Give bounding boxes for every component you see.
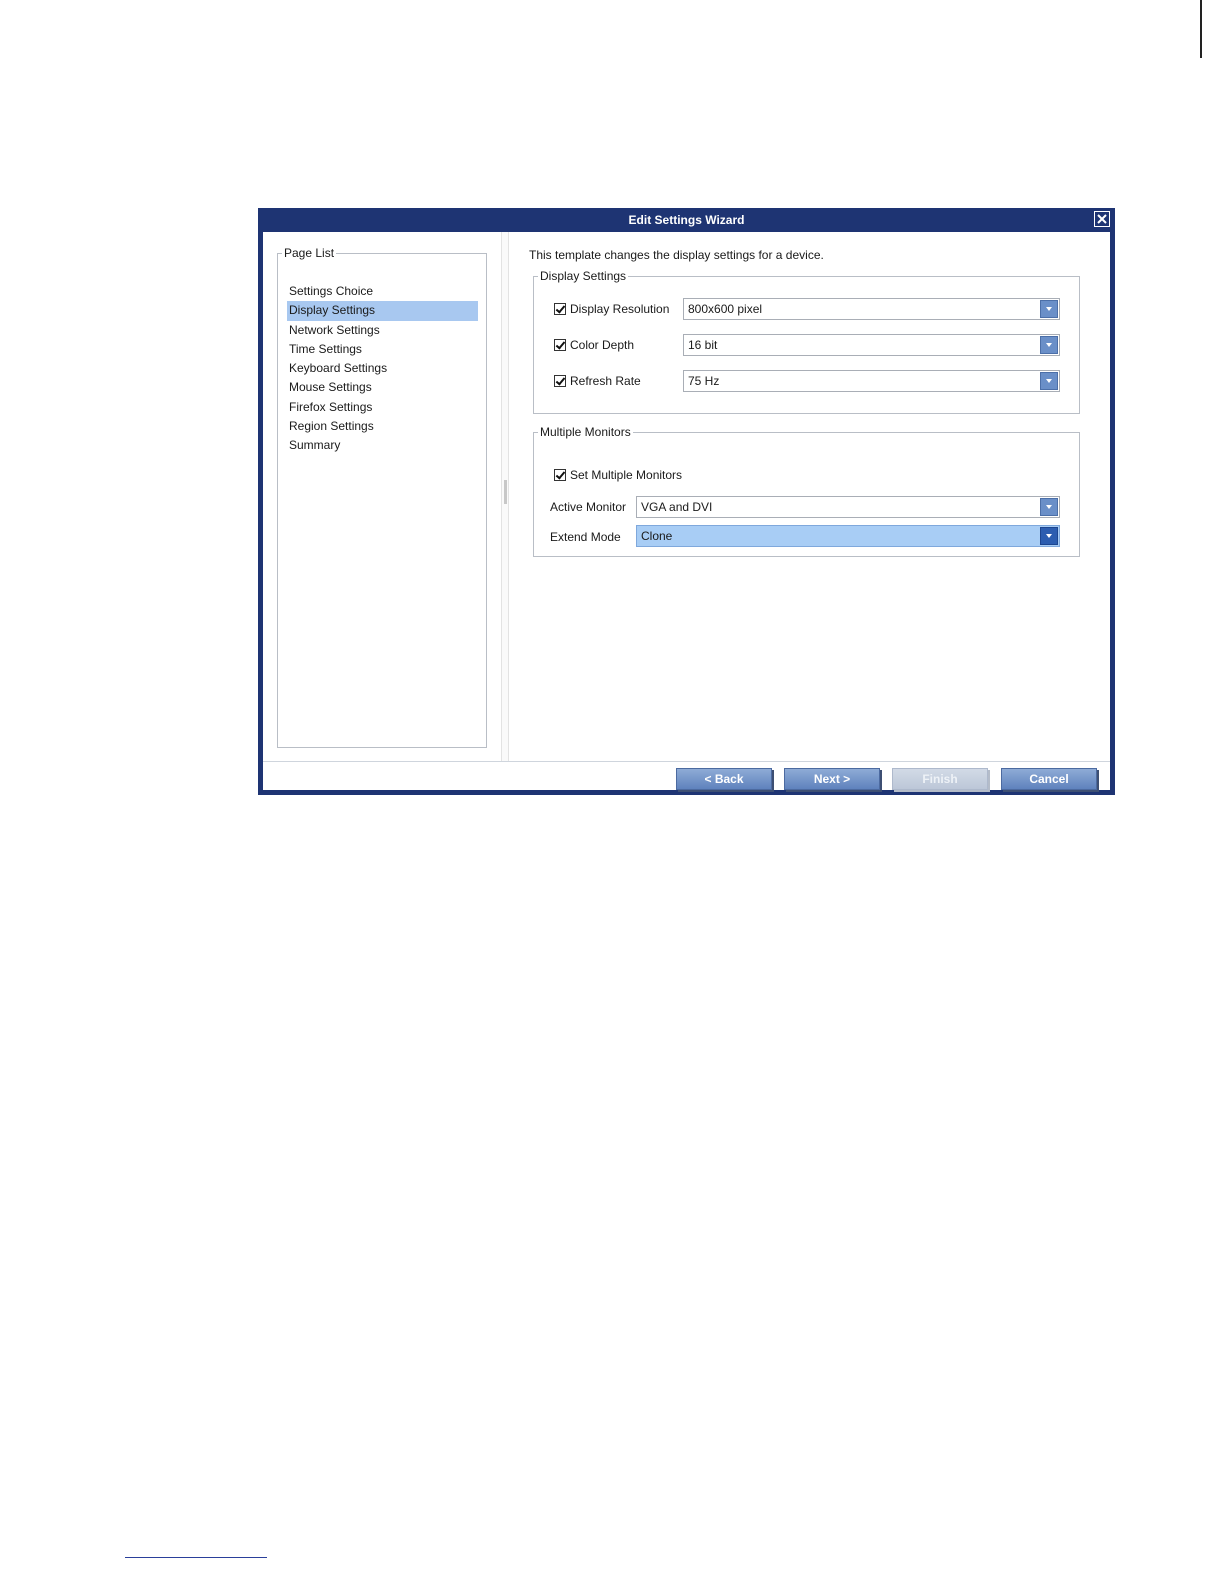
color-depth-checkbox-row[interactable]: Color Depth (554, 334, 634, 356)
next-button[interactable]: Next > (784, 768, 880, 790)
page-list-item-firefox-settings[interactable]: Firefox Settings (287, 398, 478, 417)
set-multiple-monitors-row[interactable]: Set Multiple Monitors (554, 464, 682, 486)
page-list: Settings Choice Display Settings Network… (287, 282, 478, 456)
dialog-titlebar: Edit Settings Wizard (258, 208, 1115, 232)
footer-rule (125, 1557, 267, 1558)
page-list-item-settings-choice[interactable]: Settings Choice (287, 282, 478, 301)
edit-settings-wizard-dialog: Edit Settings Wizard Page List Settings … (258, 208, 1115, 795)
extend-mode-value: Clone (641, 529, 673, 543)
right-pane: This template changes the display settin… (509, 232, 1110, 761)
page-list-item-mouse-settings[interactable]: Mouse Settings (287, 378, 478, 397)
refresh-rate-checkbox[interactable] (554, 375, 566, 387)
refresh-rate-select[interactable]: 75 Hz (683, 370, 1060, 392)
pane-splitter[interactable] (501, 232, 509, 761)
multiple-monitors-legend: Multiple Monitors (540, 425, 631, 439)
page-list-item-region-settings[interactable]: Region Settings (287, 417, 478, 436)
chevron-down-icon[interactable] (1040, 372, 1058, 390)
color-depth-select[interactable]: 16 bit (683, 334, 1060, 356)
refresh-rate-value: 75 Hz (688, 374, 720, 388)
back-button[interactable]: < Back (676, 768, 772, 790)
chevron-down-icon[interactable] (1040, 300, 1058, 318)
active-monitor-label: Active Monitor (550, 500, 627, 514)
left-pane: Page List Settings Choice Display Settin… (263, 232, 501, 761)
cancel-button[interactable]: Cancel (1001, 768, 1097, 790)
display-resolution-value: 800x600 pixel (688, 302, 763, 316)
page-list-item-network-settings[interactable]: Network Settings (287, 321, 478, 340)
close-icon (1097, 214, 1107, 224)
display-settings-legend: Display Settings (540, 269, 627, 283)
finish-button[interactable]: Finish (892, 768, 988, 790)
page-edge-line (1200, 0, 1202, 58)
extend-mode-label: Extend Mode (550, 530, 621, 544)
button-bar: < Back Next > Finish Cancel (263, 761, 1110, 791)
color-depth-checkbox[interactable] (554, 339, 566, 351)
page-list-item-keyboard-settings[interactable]: Keyboard Settings (287, 359, 478, 378)
close-button[interactable] (1094, 211, 1110, 227)
set-multiple-monitors-checkbox[interactable] (554, 469, 566, 481)
dialog-body: Page List Settings Choice Display Settin… (263, 232, 1110, 790)
active-monitor-select[interactable]: VGA and DVI (636, 496, 1060, 518)
color-depth-label: Color Depth (570, 338, 635, 352)
display-resolution-select[interactable]: 800x600 pixel (683, 298, 1060, 320)
page-list-item-time-settings[interactable]: Time Settings (287, 340, 478, 359)
page-list-group: Page List Settings Choice Display Settin… (277, 246, 487, 748)
refresh-rate-label: Refresh Rate (570, 374, 641, 388)
display-resolution-checkbox-row[interactable]: Display Resolution (554, 298, 669, 320)
display-resolution-checkbox[interactable] (554, 303, 566, 315)
color-depth-value: 16 bit (688, 338, 718, 352)
intro-text: This template changes the display settin… (529, 248, 824, 262)
set-multiple-monitors-label: Set Multiple Monitors (570, 468, 683, 482)
page-list-item-display-settings[interactable]: Display Settings (287, 301, 478, 321)
dialog-title: Edit Settings Wizard (628, 213, 745, 227)
splitter-grip[interactable] (504, 480, 507, 504)
active-monitor-value: VGA and DVI (641, 500, 713, 514)
refresh-rate-checkbox-row[interactable]: Refresh Rate (554, 370, 641, 392)
chevron-down-icon[interactable] (1040, 336, 1058, 354)
page-list-item-summary[interactable]: Summary (287, 436, 478, 455)
extend-mode-select[interactable]: Clone (636, 525, 1060, 547)
chevron-down-icon[interactable] (1040, 527, 1058, 545)
display-resolution-label: Display Resolution (570, 302, 670, 316)
chevron-down-icon[interactable] (1040, 498, 1058, 516)
page-list-legend: Page List (284, 246, 335, 260)
